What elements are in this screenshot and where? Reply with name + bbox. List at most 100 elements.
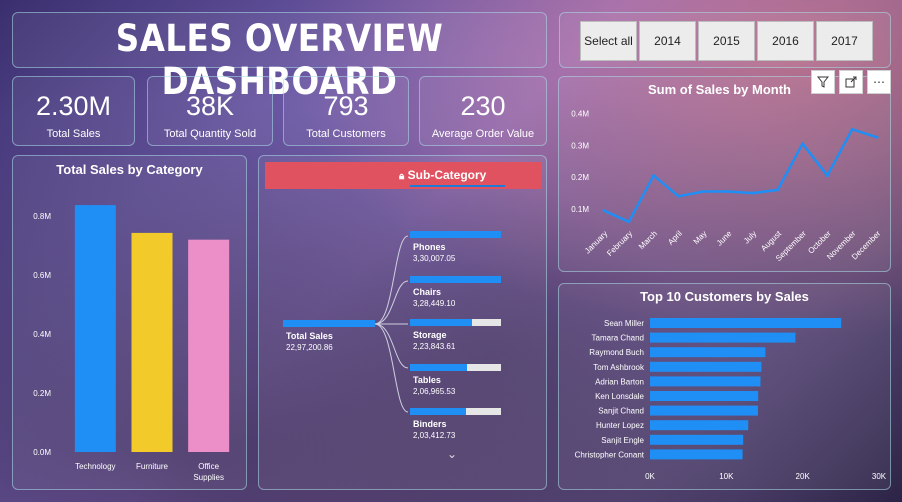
y-tick-label: 0.0M: [33, 448, 51, 457]
customer-label: Tamara Chand: [592, 334, 644, 343]
line-point[interactable]: [751, 191, 755, 195]
line-point[interactable]: [850, 127, 854, 131]
subcategory-node-value: 2,23,843.61: [413, 342, 456, 351]
line-point[interactable]: [602, 209, 606, 213]
x-tick-label: April: [666, 229, 684, 247]
x-tick-label: March: [637, 229, 659, 251]
subcategory-node-label: Tables: [413, 375, 441, 385]
kpi-value: 793: [323, 91, 369, 121]
y-tick-label: 0.1M: [571, 205, 589, 214]
subcategory-node-value: 3,30,007.05: [413, 254, 456, 263]
customer-bar[interactable]: [650, 420, 749, 431]
x-tick-label: 10K: [719, 472, 734, 481]
subcategory-node-bar[interactable]: [410, 364, 501, 371]
customer-label: Ken Lonsdale: [595, 392, 644, 401]
subcategory-node-bar[interactable]: [410, 319, 501, 326]
y-tick-label: 0.2M: [33, 389, 51, 398]
root-node-value: 22,97,200.86: [286, 343, 333, 352]
subcategory-node-label: Phones: [413, 242, 446, 252]
kpi-label: Average Order Value: [431, 128, 535, 140]
focus-mode-icon[interactable]: [839, 70, 863, 94]
customer-bar[interactable]: [650, 361, 762, 372]
line-point[interactable]: [627, 220, 631, 224]
kpi-total-customers: 793 Total Customers: [283, 76, 409, 146]
subcategory-node-label: Chairs: [413, 287, 442, 297]
customer-label: Hunter Lopez: [596, 421, 644, 430]
y-tick-label: 0.6M: [33, 271, 51, 280]
y-tick-label: 0.4M: [33, 330, 51, 339]
title-panel: SALES OVERVIEW DASHBOARD: [12, 12, 547, 103]
sales-line[interactable]: [603, 128, 878, 224]
line-point[interactable]: [701, 190, 705, 194]
customer-label: Adrian Barton: [595, 377, 644, 386]
more-options-icon[interactable]: ⋯: [867, 70, 891, 94]
slicer-select-all-button[interactable]: Select all: [580, 21, 637, 61]
y-tick-label: 0.3M: [571, 141, 589, 150]
customer-bar[interactable]: [650, 449, 743, 460]
x-tick-label: Furniture: [136, 462, 169, 471]
line-point[interactable]: [801, 142, 805, 146]
slicer-2016-button[interactable]: 2016: [757, 21, 814, 61]
category-chart: 0.0M 0.2M 0.4M 0.6M 0.8M Technology Furniture O…: [33, 205, 230, 482]
slicer-2015-button[interactable]: 2015: [698, 21, 755, 61]
x-tick-label: May: [692, 229, 709, 246]
x-tick-label: Technology: [75, 462, 115, 471]
bar-office-supplies[interactable]: [188, 239, 230, 452]
customers-chart: Sean Miller Tamara Chand Raymond Buch Tom A…: [575, 318, 887, 481]
subcategory-node-value: 3,28,449.10: [413, 299, 456, 308]
subcategory-node-fill: [410, 364, 468, 371]
kpi-value: 2.30M: [35, 91, 112, 121]
month-chart-panel: Sum of Sales by Month 0.1M 0.2M 0.3M 0.4M Ja…: [558, 76, 891, 272]
root-node-label: Total Sales: [286, 331, 333, 341]
subcategory-node-bar[interactable]: [410, 408, 501, 415]
line-point[interactable]: [652, 174, 656, 178]
line-point[interactable]: [825, 174, 829, 178]
line-point[interactable]: [726, 190, 730, 194]
kpi-label: Total Sales: [46, 128, 101, 140]
kpi-label: Total Customers: [306, 128, 386, 140]
bar-furniture[interactable]: [131, 232, 173, 452]
slicer-2014-button[interactable]: 2014: [639, 21, 696, 61]
line-point[interactable]: [776, 188, 780, 192]
subcategory-node-label: Binders: [413, 419, 447, 429]
customer-bar[interactable]: [650, 434, 744, 445]
customer-label: Sanjit Engle: [601, 436, 644, 445]
customer-bar[interactable]: [650, 405, 758, 416]
kpi-total-quantity: 38K Total Quantity Sold: [147, 76, 273, 146]
customer-label: Tom Ashbrook: [593, 363, 645, 372]
line-point[interactable]: [875, 135, 879, 139]
subcategory-node-fill: [410, 319, 472, 326]
y-tick-label: 0.2M: [571, 173, 589, 182]
month-chart: 0.1M0.2M0.3M0.4MJanuaryFebruary March Apri…: [571, 109, 882, 263]
customer-bar[interactable]: [650, 347, 766, 358]
line-point[interactable]: [676, 194, 680, 198]
slicer-2017-button[interactable]: 2017: [816, 21, 873, 61]
customer-label: Christopher Conant: [575, 450, 645, 459]
x-tick-label: June: [715, 229, 734, 248]
subcategory-node-bar[interactable]: [410, 231, 501, 238]
subcategory-node-fill: [410, 276, 501, 283]
bar-technology[interactable]: [74, 205, 116, 452]
subcategory-panel: 🔒︎ Sub-Category Total Sales 22,97,200.86…: [258, 155, 547, 490]
decomposition-tree: [283, 235, 409, 413]
customer-bar[interactable]: [650, 332, 796, 343]
subcategory-node-fill: [410, 408, 467, 415]
x-tick-label: 30K: [872, 472, 887, 481]
x-tick-label: February: [605, 229, 634, 258]
kpi-average-order-value: 230 Average Order Value: [419, 76, 547, 146]
x-tick-label: 20K: [796, 472, 811, 481]
customer-bar[interactable]: [650, 376, 761, 387]
kpi-value: 38K: [185, 91, 235, 121]
chevron-down-icon[interactable]: ⌄: [447, 447, 457, 461]
filter-icon[interactable]: [811, 70, 835, 94]
x-tick-label: July: [742, 229, 758, 245]
kpi-total-sales: 2.30M Total Sales: [12, 76, 135, 146]
x-tick-label: Supplies: [193, 473, 224, 482]
customer-bar[interactable]: [650, 318, 842, 328]
customer-label: Raymond Buch: [589, 348, 644, 357]
customer-bar[interactable]: [650, 391, 759, 401]
subcategory-node-value: 2,03,412.73: [413, 431, 456, 440]
x-tick-label: Office: [198, 462, 219, 471]
customer-label: Sanjit Chand: [598, 407, 644, 416]
subcategory-node-bar[interactable]: [410, 276, 501, 283]
